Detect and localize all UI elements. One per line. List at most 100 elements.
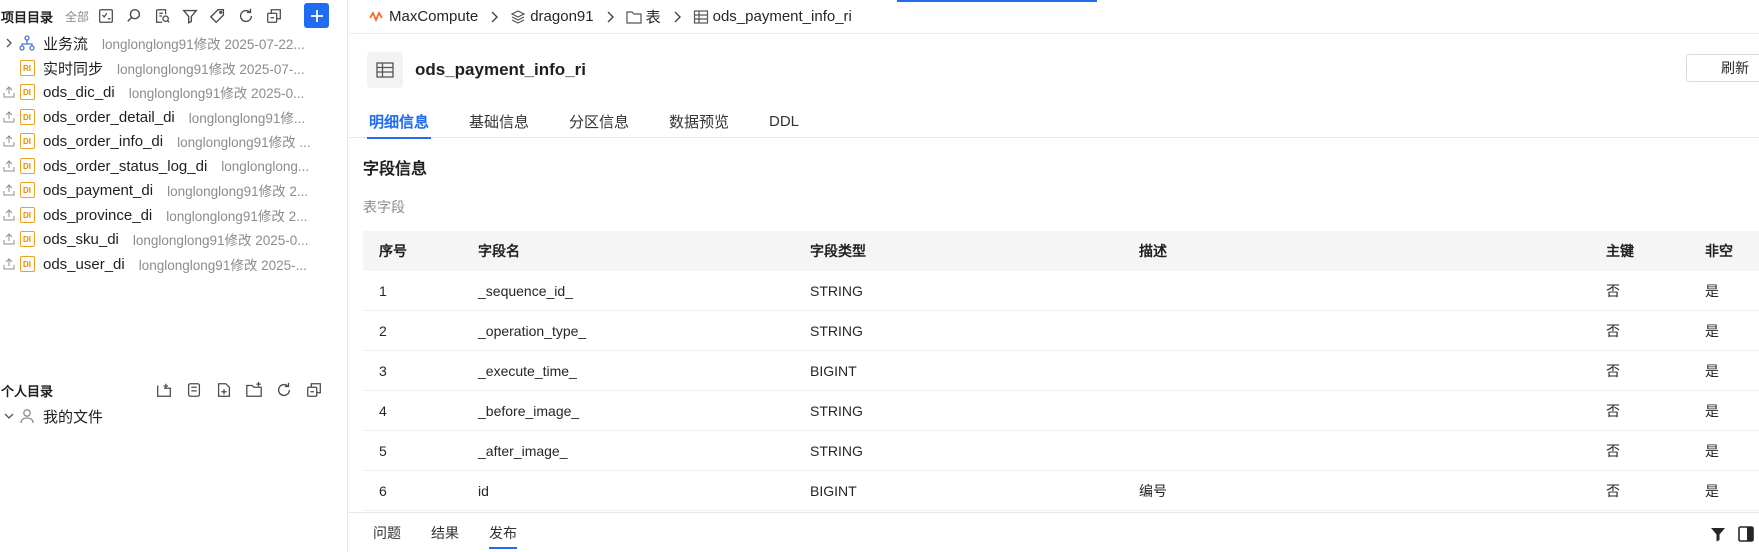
maxcompute-icon xyxy=(369,10,383,22)
chevron-right-icon xyxy=(604,11,616,23)
tree-item-label: ods_order_status_log_di xyxy=(43,157,208,175)
chevron-down-icon[interactable] xyxy=(0,411,18,421)
chevron-right-icon xyxy=(488,11,500,23)
breadcrumb-maxcompute[interactable]: MaxCompute xyxy=(369,8,478,25)
table-row: 5 _after_image_ STRING 否 是 xyxy=(363,431,1759,471)
field-description: 编号 xyxy=(1139,483,1167,499)
column-header: 字段名 xyxy=(478,243,520,259)
tree-item-label: 业务流 xyxy=(43,35,89,53)
side-panel-toggle-icon[interactable] xyxy=(1737,525,1755,543)
row-number: 5 xyxy=(379,443,387,459)
tree-item-my-files[interactable]: 我的文件 xyxy=(0,403,348,429)
checklist-icon[interactable] xyxy=(95,5,117,27)
tab-publish[interactable]: 发布 xyxy=(489,513,517,552)
project-sidebar: 项目目录 全部 业务流 longlonglong91修改 2025-07-22.… xyxy=(0,0,348,552)
project-filter-all[interactable]: 全部 xyxy=(65,8,89,25)
create-new-button[interactable] xyxy=(304,3,329,28)
tree-item-node[interactable]: DI ods_province_di longlonglong91修改 2... xyxy=(0,202,348,228)
tree-item-workflow[interactable]: 业务流 longlonglong91修改 2025-07-22... xyxy=(0,30,348,56)
tree-item-node[interactable]: DI ods_user_di longlonglong91修改 2025-... xyxy=(0,251,348,277)
field-type: STRING xyxy=(810,323,863,339)
plus-icon xyxy=(310,9,323,22)
tree-item-node[interactable]: DI ods_sku_di longlonglong91修改 2025-0... xyxy=(0,226,348,252)
tree-item-node[interactable]: DI ods_dic_di longlonglong91修改 2025-0... xyxy=(0,79,348,105)
new-file-icon[interactable] xyxy=(213,379,235,401)
tree-item-meta: longlonglong91修改 2... xyxy=(167,184,309,199)
tab-ddl[interactable]: DDL xyxy=(769,104,799,138)
breadcrumb-tables[interactable]: 表 xyxy=(626,6,661,27)
search-icon[interactable] xyxy=(123,5,145,27)
not-null-value: 是 xyxy=(1705,443,1719,459)
collapse-all-icon[interactable] xyxy=(263,5,285,27)
upload-status-icon xyxy=(0,160,18,172)
upload-status-icon xyxy=(0,209,18,221)
tree-item-label: ods_dic_di xyxy=(43,83,115,101)
di-node-icon: DI xyxy=(18,132,36,150)
tree-item-meta: longlonglong91修改 2025-0... xyxy=(132,233,309,248)
di-node-icon: DI xyxy=(18,206,36,224)
collapse-all-icon[interactable] xyxy=(303,379,325,401)
table-row: 2 _operation_type_ STRING 否 是 xyxy=(363,311,1759,351)
tree-item-label: ods_province_di xyxy=(43,206,153,224)
add-folder-icon[interactable] xyxy=(243,379,265,401)
upload-status-icon xyxy=(0,86,18,98)
tree-item-meta: longlonglong91修... xyxy=(188,111,306,126)
chevron-right-icon xyxy=(671,11,683,23)
tree-item-meta: longlonglong91修改 2025-... xyxy=(138,258,307,273)
folder-icon xyxy=(626,10,642,24)
refresh-icon[interactable] xyxy=(273,379,295,401)
tree-item-label: ods_sku_di xyxy=(43,230,119,248)
refresh-icon[interactable] xyxy=(235,5,257,27)
tab-problems[interactable]: 问题 xyxy=(373,513,401,552)
breadcrumb: MaxCompute dragon91 表 ods_payment_info_r… xyxy=(349,0,1759,34)
primary-key-value: 否 xyxy=(1606,283,1620,299)
chevron-right-icon[interactable] xyxy=(0,38,18,48)
search-document-icon[interactable] xyxy=(151,5,173,27)
breadcrumb-project[interactable]: dragon91 xyxy=(510,8,594,25)
tree-item-realtime-sync[interactable]: RI 实时同步 longlonglong91修改 2025-07-... xyxy=(0,55,348,81)
refresh-button[interactable]: 刷新 xyxy=(1686,54,1759,82)
tree-item-label: 实时同步 xyxy=(43,60,104,78)
workflow-icon xyxy=(18,34,36,52)
tree-item-meta: longlonglong91修改 ... xyxy=(177,135,311,150)
not-null-value: 是 xyxy=(1705,323,1719,339)
table-header-row: 序号 字段名 字段类型 描述 主键 非空 xyxy=(363,231,1759,271)
tab-basic-info[interactable]: 基础信息 xyxy=(469,104,529,138)
tree-item-node[interactable]: DI ods_payment_di longlonglong91修改 2... xyxy=(0,177,348,203)
tree-item-node[interactable]: DI ods_order_info_di longlonglong91修改 ..… xyxy=(0,128,348,154)
filter-icon[interactable] xyxy=(1709,525,1727,543)
table-icon xyxy=(693,9,708,24)
tab-data-preview[interactable]: 数据预览 xyxy=(669,104,729,138)
primary-key-value: 否 xyxy=(1606,483,1620,499)
di-node-icon: DI xyxy=(18,255,36,273)
di-node-icon: DI xyxy=(18,108,36,126)
table-row: 6 id BIGINT 编号 否 是 xyxy=(363,471,1759,511)
storage-icon[interactable] xyxy=(183,379,205,401)
personal-directory-title: 个人目录 xyxy=(1,383,54,399)
column-header: 描述 xyxy=(1139,243,1167,259)
tab-partition-info[interactable]: 分区信息 xyxy=(569,104,629,138)
di-node-icon: DI xyxy=(18,157,36,175)
tree-item-meta: longlonglong... xyxy=(221,158,310,174)
breadcrumb-table[interactable]: ods_payment_info_ri xyxy=(693,8,852,25)
filter-icon[interactable] xyxy=(179,5,201,27)
not-null-value: 是 xyxy=(1705,483,1719,499)
tab-detail-info[interactable]: 明细信息 xyxy=(366,104,432,139)
field-type: STRING xyxy=(810,443,863,459)
tree-item-node[interactable]: DI ods_order_status_log_di longlonglong.… xyxy=(0,153,348,179)
tree-item-meta: longlonglong91修改 2025-0... xyxy=(128,86,305,101)
table-icon xyxy=(367,52,403,88)
new-folder-icon[interactable] xyxy=(153,379,175,401)
tab-results[interactable]: 结果 xyxy=(431,513,459,552)
my-files-label: 我的文件 xyxy=(43,408,104,426)
tree-item-node[interactable]: DI ods_order_detail_di longlonglong91修..… xyxy=(0,104,348,130)
row-number: 1 xyxy=(379,283,387,299)
tree-item-label: ods_order_info_di xyxy=(43,132,164,150)
row-number: 4 xyxy=(379,403,387,419)
tag-icon[interactable] xyxy=(207,5,229,27)
upload-status-icon xyxy=(0,258,18,270)
field-type: BIGINT xyxy=(810,483,857,499)
field-name: _execute_time_ xyxy=(478,363,577,379)
table-row: 1 _sequence_id_ STRING 否 是 xyxy=(363,271,1759,311)
realtime-sync-icon: RI xyxy=(18,59,36,77)
